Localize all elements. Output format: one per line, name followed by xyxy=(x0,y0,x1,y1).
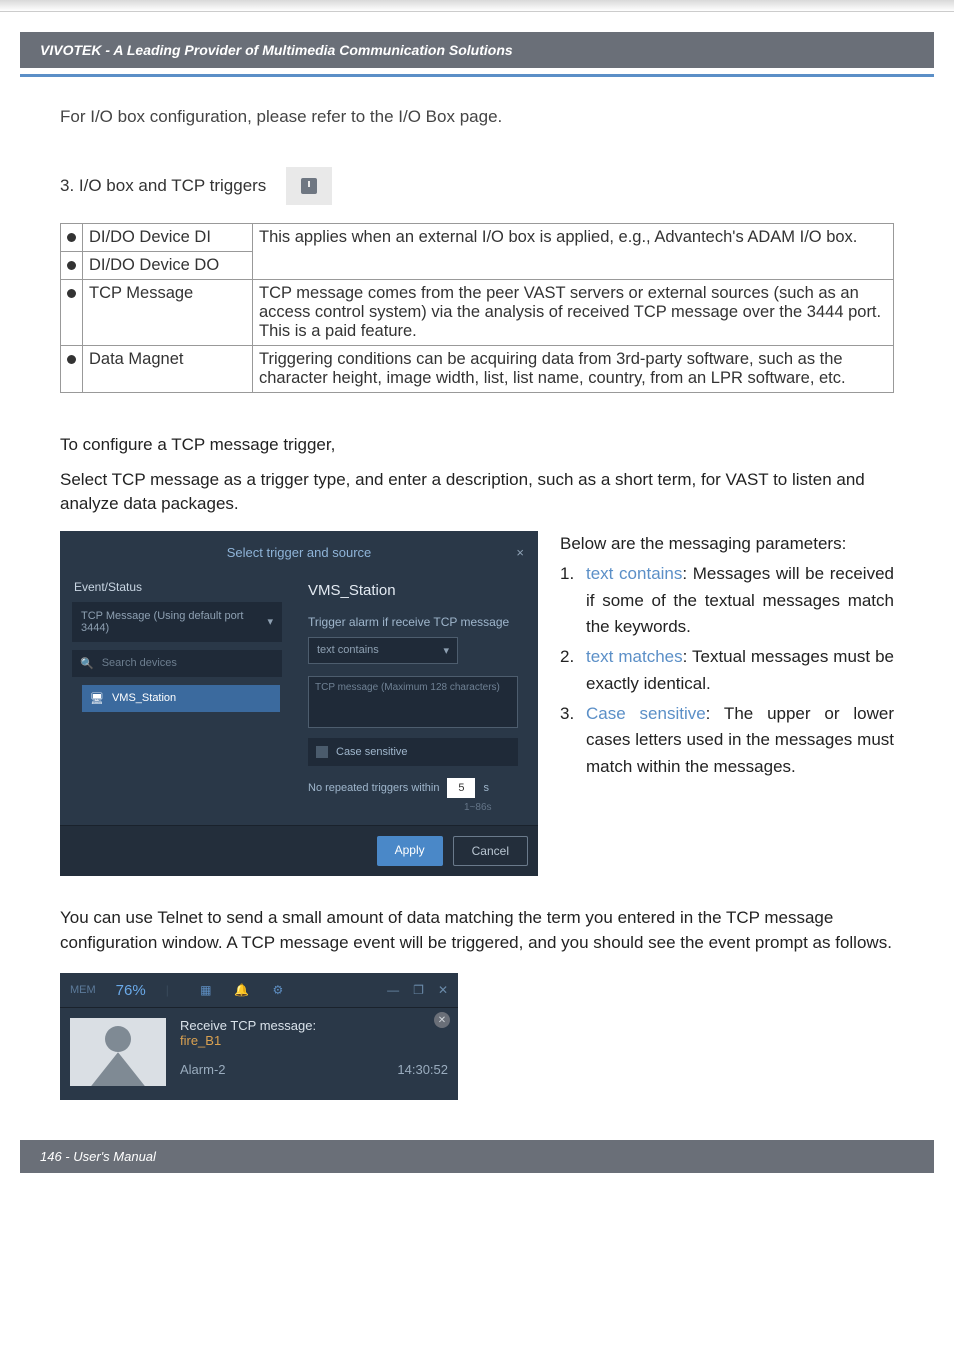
alarm-time: 14:30:52 xyxy=(397,1062,448,1077)
param-item: 1. text contains: Messages will be recei… xyxy=(560,561,894,640)
toolbar-icons: ▦ 🔔 ⚙ xyxy=(197,981,287,999)
tcp-message-textarea[interactable]: TCP message (Maximum 128 characters) xyxy=(308,676,518,728)
page-footer: 146 - User's Manual xyxy=(20,1140,934,1173)
configure-line1: To configure a TCP message trigger, xyxy=(60,433,894,458)
def-desc: Triggering conditions can be acquiring d… xyxy=(253,346,894,393)
trigger-alarm-label: Trigger alarm if receive TCP message xyxy=(308,615,530,629)
checkbox-icon xyxy=(316,746,328,758)
cancel-button[interactable]: Cancel xyxy=(453,836,528,866)
search-icon: 🔍 xyxy=(80,657,94,670)
bullet-icon xyxy=(61,252,83,280)
toast-line1: Receive TCP message: xyxy=(180,1018,448,1033)
brand-text: VIVOTEK - A Leading Provider of Multimed… xyxy=(40,42,513,58)
dialog-right-panel: VMS_Station Trigger alarm if receive TCP… xyxy=(302,574,530,813)
mem-percent: 76% xyxy=(116,982,146,999)
def-name: Data Magnet xyxy=(83,346,253,393)
monitor-icon: 🖥 xyxy=(90,692,104,705)
case-sensitive-checkbox[interactable]: Case sensitive xyxy=(308,738,518,766)
params-intro: Below are the messaging parameters: xyxy=(560,531,894,557)
dialog-title: Select trigger and source × xyxy=(60,531,538,574)
toast-text: Receive TCP message: fire_B1 Alarm-2 14:… xyxy=(180,1018,448,1086)
window-top-edge xyxy=(0,0,954,12)
close-icon[interactable]: × xyxy=(516,545,524,560)
param-text: Case sensitive: The upper or lower cases… xyxy=(586,701,894,780)
page-number: 146 - User's Manual xyxy=(40,1149,156,1164)
dialog-and-params-row: Select trigger and source × Event/Status… xyxy=(60,531,894,876)
param-highlight: text matches xyxy=(586,647,683,666)
configure-line2: Select TCP message as a trigger type, an… xyxy=(60,468,894,517)
seconds-input[interactable]: 5 xyxy=(447,778,475,798)
section-3-title: 3. I/O box and TCP triggers xyxy=(60,176,266,196)
def-name: DI/DO Device DO xyxy=(83,252,253,280)
event-thumbnail xyxy=(70,1018,166,1086)
close-icon[interactable]: ✕ xyxy=(438,983,448,997)
seconds-unit: s xyxy=(483,782,489,794)
param-highlight: Case sensitive xyxy=(586,704,706,723)
chevron-down-icon: ▾ xyxy=(267,615,273,628)
chevron-down-icon: ▾ xyxy=(443,644,449,657)
section-3-heading-row: 3. I/O box and TCP triggers xyxy=(60,167,894,205)
bullet-icon xyxy=(61,280,83,346)
station-title: VMS_Station xyxy=(308,582,530,599)
param-item: 2. text matches: Textual messages must b… xyxy=(560,644,894,697)
bell-icon[interactable]: 🔔 xyxy=(233,981,251,999)
search-devices-input[interactable]: 🔍 Search devices xyxy=(72,650,282,677)
def-desc: TCP message comes from the peer VAST ser… xyxy=(253,280,894,346)
def-name: DI/DO Device DI xyxy=(83,224,253,252)
mem-label: MEM xyxy=(70,984,96,996)
grid-icon[interactable]: ▦ xyxy=(197,981,215,999)
telnet-paragraph: You can use Telnet to send a small amoun… xyxy=(60,906,894,955)
def-name: TCP Message xyxy=(83,280,253,346)
dialog-footer: Apply Cancel xyxy=(60,825,538,876)
restore-icon[interactable]: ❐ xyxy=(413,983,424,997)
window-controls: — ❐ ✕ xyxy=(387,983,448,997)
no-repeat-row: No repeated triggers within 5 s xyxy=(308,778,530,798)
param-number: 1. xyxy=(560,561,586,640)
bullet-icon xyxy=(61,224,83,252)
param-item: 3. Case sensitive: The upper or lower ca… xyxy=(560,701,894,780)
device-item-vms-station[interactable]: 🖥 VMS_Station xyxy=(82,685,280,712)
no-repeat-label: No repeated triggers within xyxy=(308,782,439,794)
io-box-icon xyxy=(286,167,332,205)
trigger-type-select[interactable]: TCP Message (Using default port 3444) ▾ xyxy=(72,602,282,642)
event-status-label: Event/Status xyxy=(74,580,296,594)
toast-body: ✕ Receive TCP message: fire_B1 Alarm-2 1… xyxy=(60,1008,458,1100)
seconds-range: 1~86s xyxy=(464,802,530,813)
bullet-icon xyxy=(61,346,83,393)
minimize-icon[interactable]: — xyxy=(387,983,399,997)
toast-toolbar: MEM 76% | ▦ 🔔 ⚙ — ❐ ✕ xyxy=(60,973,458,1008)
page-content: For I/O box configuration, please refer … xyxy=(0,77,954,1100)
def-desc: This applies when an external I/O box is… xyxy=(253,224,894,280)
trigger-definitions-table: DI/DO Device DIThis applies when an exte… xyxy=(60,223,894,393)
apply-button[interactable]: Apply xyxy=(377,836,443,866)
dialog-body: Event/Status TCP Message (Using default … xyxy=(60,574,538,825)
gear-icon[interactable]: ⚙ xyxy=(269,981,287,999)
select-trigger-dialog: Select trigger and source × Event/Status… xyxy=(60,531,538,876)
intro-paragraph: For I/O box configuration, please refer … xyxy=(60,107,894,127)
event-toast: MEM 76% | ▦ 🔔 ⚙ — ❐ ✕ ✕ Receive TCP mess… xyxy=(60,973,458,1100)
toast-line2: fire_B1 xyxy=(180,1033,448,1048)
param-highlight: text contains xyxy=(586,564,682,583)
param-number: 2. xyxy=(560,644,586,697)
param-text: text contains: Messages will be received… xyxy=(586,561,894,640)
param-text: text matches: Textual messages must be e… xyxy=(586,644,894,697)
alarm-name: Alarm-2 xyxy=(180,1062,226,1077)
messaging-parameters: Below are the messaging parameters: 1. t… xyxy=(560,531,894,876)
page-header: VIVOTEK - A Leading Provider of Multimed… xyxy=(20,32,934,68)
dialog-left-panel: Event/Status TCP Message (Using default … xyxy=(68,574,296,813)
param-number: 3. xyxy=(560,701,586,780)
match-mode-select[interactable]: text contains ▾ xyxy=(308,637,458,664)
